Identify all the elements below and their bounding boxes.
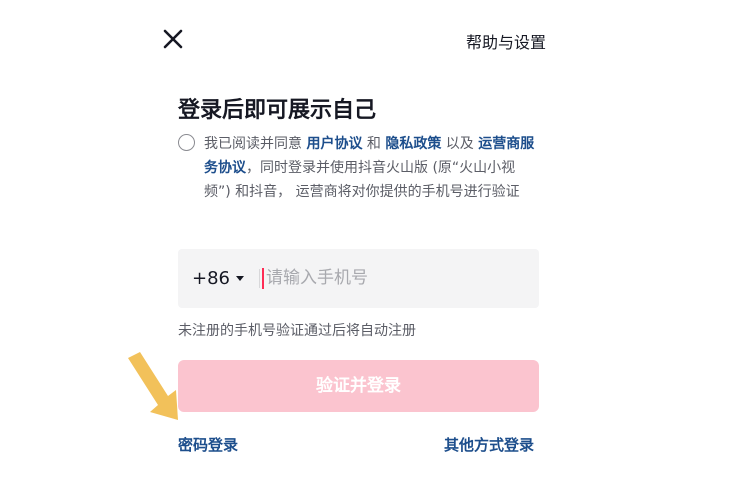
country-code-label: +86 — [192, 268, 230, 289]
help-settings-link[interactable]: 帮助与设置 — [466, 29, 546, 53]
close-button[interactable] — [160, 26, 186, 52]
close-icon — [163, 29, 183, 49]
page-title: 登录后即可展示自己 — [178, 98, 377, 123]
verify-login-button[interactable]: 验证并登录 — [178, 360, 539, 412]
agreement-and: 和 — [362, 136, 386, 152]
agreement-text-part1: 我已阅读并同意 — [204, 136, 307, 152]
phone-number-input[interactable] — [266, 263, 526, 293]
agreement-text-part2: ，同时登录并使用抖音火山版 (原“火山小视频”) 和抖音， 运营商将对你提供的手… — [204, 160, 520, 200]
text-cursor — [262, 268, 264, 289]
phone-input-group: +86 — [178, 249, 539, 308]
registration-hint: 未注册的手机号验证通过后将自动注册 — [178, 323, 416, 339]
arrow-pointer-icon — [128, 352, 178, 420]
divider — [259, 269, 260, 288]
agreement-checkbox[interactable] — [178, 134, 195, 151]
privacy-policy-link[interactable]: 隐私政策 — [385, 136, 441, 152]
other-login-methods-link[interactable]: 其他方式登录 — [444, 434, 534, 455]
country-code-selector[interactable]: +86 — [192, 268, 244, 289]
password-login-link[interactable]: 密码登录 — [178, 434, 238, 455]
chevron-down-icon — [236, 276, 244, 281]
agreement-row: 我已阅读并同意 用户协议 和 隐私政策 以及 运营商服务协议，同时登录并使用抖音… — [178, 132, 540, 204]
agreement-text: 我已阅读并同意 用户协议 和 隐私政策 以及 运营商服务协议，同时登录并使用抖音… — [204, 132, 540, 204]
user-agreement-link[interactable]: 用户协议 — [306, 136, 362, 152]
agreement-and2: 以及 — [441, 136, 479, 152]
